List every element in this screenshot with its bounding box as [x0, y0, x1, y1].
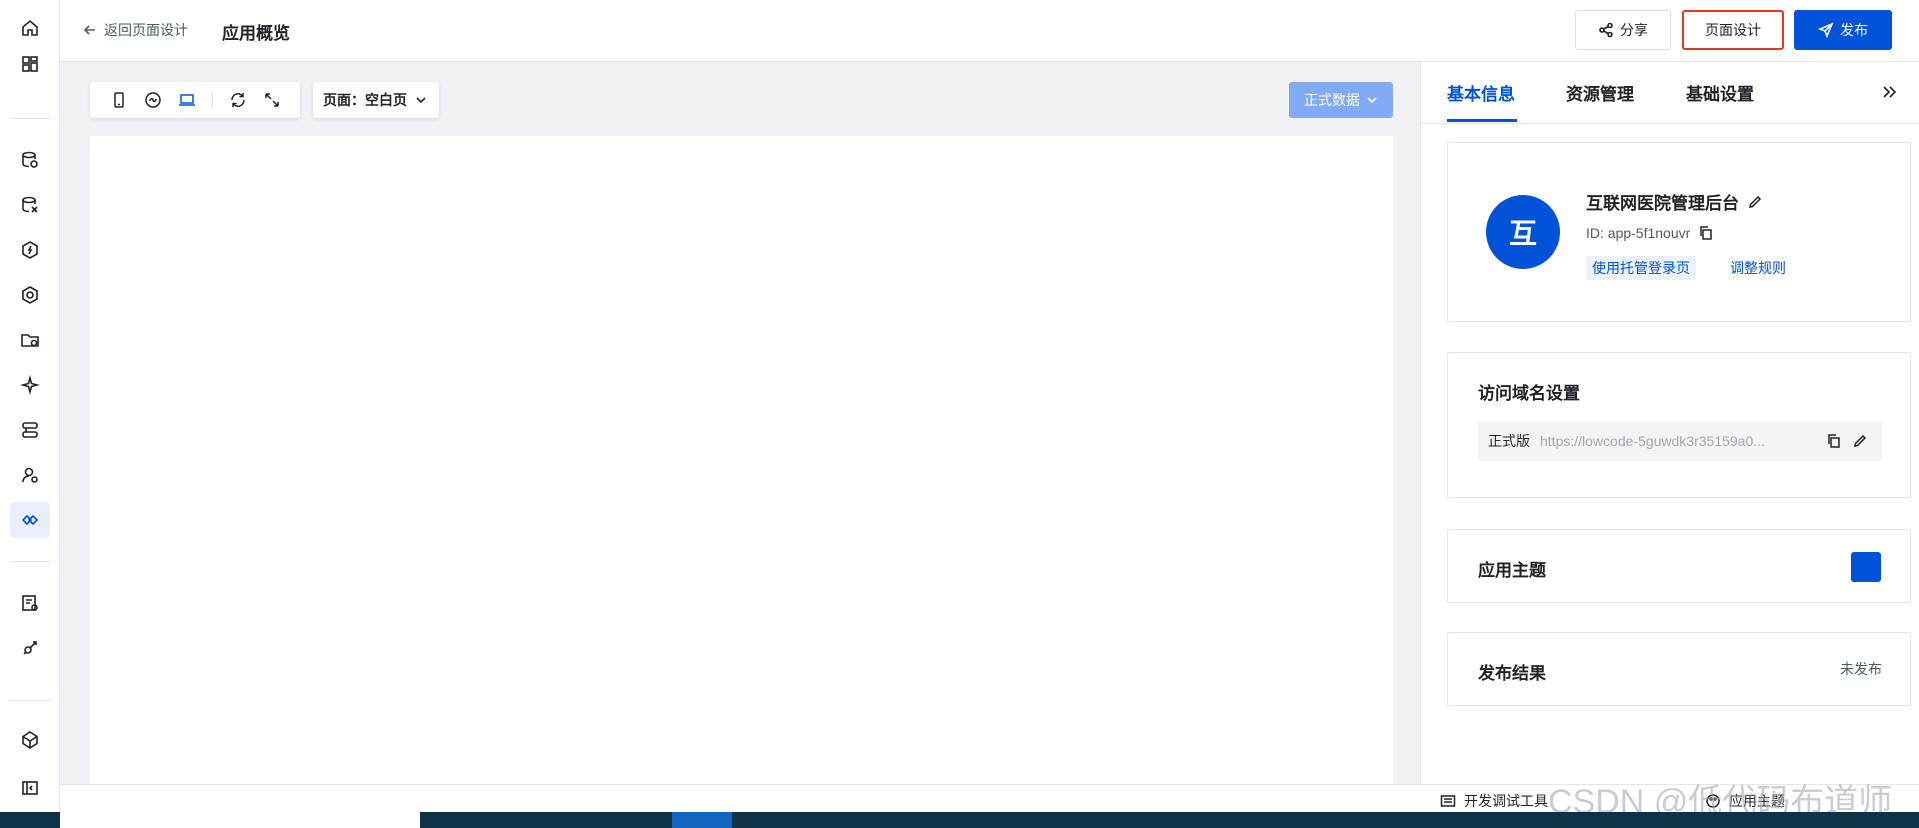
integration-icon[interactable]	[10, 277, 50, 313]
domain-env-label: 正式版	[1488, 433, 1530, 449]
collapse-panel-icon[interactable]	[1879, 82, 1899, 102]
logs-icon[interactable]	[10, 585, 50, 621]
miniprogram-view-button[interactable]	[136, 86, 170, 114]
data-model-icon[interactable]	[10, 187, 50, 223]
app-info-card: 互 互联网医院管理后台 ID: app-5f1nouvr 使用托管登录页 调整规…	[1447, 142, 1911, 322]
edit-icon[interactable]	[1852, 433, 1868, 449]
terminal-icon	[1440, 795, 1456, 807]
domain-url[interactable]: https://lowcode-5guwdk3r35159a0...	[1540, 433, 1826, 449]
device-toolbar	[90, 82, 300, 118]
page-title: 应用概览	[222, 24, 290, 43]
app-overview-icon[interactable]	[10, 502, 50, 538]
file-storage-icon[interactable]	[10, 322, 50, 358]
copy-icon[interactable]	[1826, 433, 1842, 449]
theme-status-button[interactable]: 应用主题	[1705, 791, 1785, 811]
app-name-text: 互联网医院管理后台	[1586, 194, 1739, 213]
canvas-area: 页面：空白页 正式数据	[60, 62, 1420, 784]
refresh-button[interactable]	[221, 86, 255, 114]
mobile-icon	[114, 92, 124, 108]
send-icon	[1818, 22, 1834, 38]
back-to-page-design-link[interactable]: 返回页面设计	[82, 20, 188, 40]
hosted-login-tag: 使用托管登录页	[1586, 256, 1696, 280]
rail-divider	[10, 118, 50, 119]
chevron-down-icon	[1367, 97, 1377, 104]
os-taskbar	[0, 812, 1919, 828]
status-bar: 开发调试工具 应用主题	[60, 784, 1919, 812]
user-permission-icon[interactable]	[10, 457, 50, 493]
panel-tabs: 基本信息 资源管理 基础设置	[1421, 62, 1919, 124]
laptop-icon	[179, 94, 195, 106]
adjust-rules-link[interactable]: 调整规则	[1730, 256, 1786, 280]
app-id-text: ID: app-5f1nouvr	[1586, 225, 1691, 241]
app-avatar: 互	[1486, 195, 1560, 269]
app-name: 互联网医院管理后台	[1586, 189, 1763, 214]
expand-icon	[265, 93, 279, 107]
copy-icon[interactable]	[1698, 225, 1714, 241]
toolbar-divider	[212, 92, 213, 108]
collapse-sidebar-icon[interactable]	[10, 770, 50, 806]
domain-actions	[1826, 433, 1882, 449]
right-panel: 基本信息 资源管理 基础设置 互 互联网医院管理后台 ID: app-5f1no…	[1420, 62, 1919, 784]
palette-icon	[1706, 794, 1720, 808]
publish-result-card: 发布结果 未发布	[1447, 632, 1911, 706]
theme-color-swatch[interactable]	[1851, 552, 1881, 582]
home-icon[interactable]	[10, 10, 50, 46]
mobile-view-button[interactable]	[102, 86, 136, 114]
tab-resource-management[interactable]: 资源管理	[1566, 80, 1634, 105]
dev-tools-button[interactable]: 开发调试工具	[1440, 791, 1548, 811]
dev-tools-label: 开发调试工具	[1464, 793, 1548, 809]
top-bar: 返回页面设计 应用概览 分享 页面设计 发布	[60, 0, 1919, 62]
share-button-label: 分享	[1620, 22, 1648, 38]
page-select-label: 页面：空白页	[323, 92, 407, 108]
domain-row: 正式版 https://lowcode-5guwdk3r35159a0...	[1478, 421, 1882, 461]
publish-status: 未发布	[1840, 661, 1882, 677]
active-tab-indicator	[1447, 119, 1517, 122]
domain-settings-card: 访问域名设置 正式版 https://lowcode-5guwdk3r35159…	[1447, 352, 1911, 498]
rail-divider	[10, 700, 50, 701]
edit-icon[interactable]	[1747, 194, 1763, 210]
plugin-icon[interactable]	[10, 630, 50, 666]
left-rail	[0, 0, 60, 812]
share-icon	[1599, 22, 1613, 38]
data-source-label: 正式数据	[1304, 92, 1360, 108]
back-link-label: 返回页面设计	[104, 22, 188, 38]
ai-sparkle-icon[interactable]	[10, 367, 50, 403]
publish-button[interactable]: 发布	[1794, 10, 1892, 50]
miniprogram-icon	[145, 92, 161, 108]
publish-result-title: 发布结果	[1478, 664, 1546, 683]
taskbar-active-indicator[interactable]	[672, 812, 732, 828]
rail-divider	[10, 561, 50, 562]
codepen-icon[interactable]	[10, 722, 50, 758]
data-source-select[interactable]: 正式数据	[1289, 82, 1393, 118]
fullscreen-button[interactable]	[255, 86, 289, 114]
workflow-icon[interactable]	[10, 412, 50, 448]
taskbar-window-tab[interactable]	[60, 812, 420, 828]
arrow-left-icon	[83, 25, 95, 35]
logic-icon[interactable]	[10, 232, 50, 268]
domain-settings-title: 访问域名设置	[1478, 384, 1580, 403]
share-button[interactable]: 分享	[1575, 10, 1671, 50]
publish-button-label: 发布	[1840, 22, 1868, 38]
tab-basic-info[interactable]: 基本信息	[1447, 80, 1515, 105]
theme-status-label: 应用主题	[1729, 793, 1785, 809]
app-theme-title: 应用主题	[1478, 561, 1546, 580]
app-id: ID: app-5f1nouvr	[1586, 225, 1714, 241]
refresh-icon	[231, 93, 245, 107]
chevron-down-icon	[416, 97, 426, 104]
page-select-dropdown[interactable]: 页面：空白页	[313, 82, 439, 118]
database-icon[interactable]	[10, 142, 50, 178]
page-design-button[interactable]: 页面设计	[1682, 10, 1784, 50]
pc-view-button[interactable]	[170, 86, 204, 114]
tab-basic-settings[interactable]: 基础设置	[1686, 80, 1754, 105]
dashboard-grid-icon[interactable]	[10, 46, 50, 82]
page-design-button-label: 页面设计	[1705, 22, 1761, 38]
design-canvas[interactable]	[90, 136, 1393, 784]
app-theme-card: 应用主题	[1447, 529, 1911, 603]
